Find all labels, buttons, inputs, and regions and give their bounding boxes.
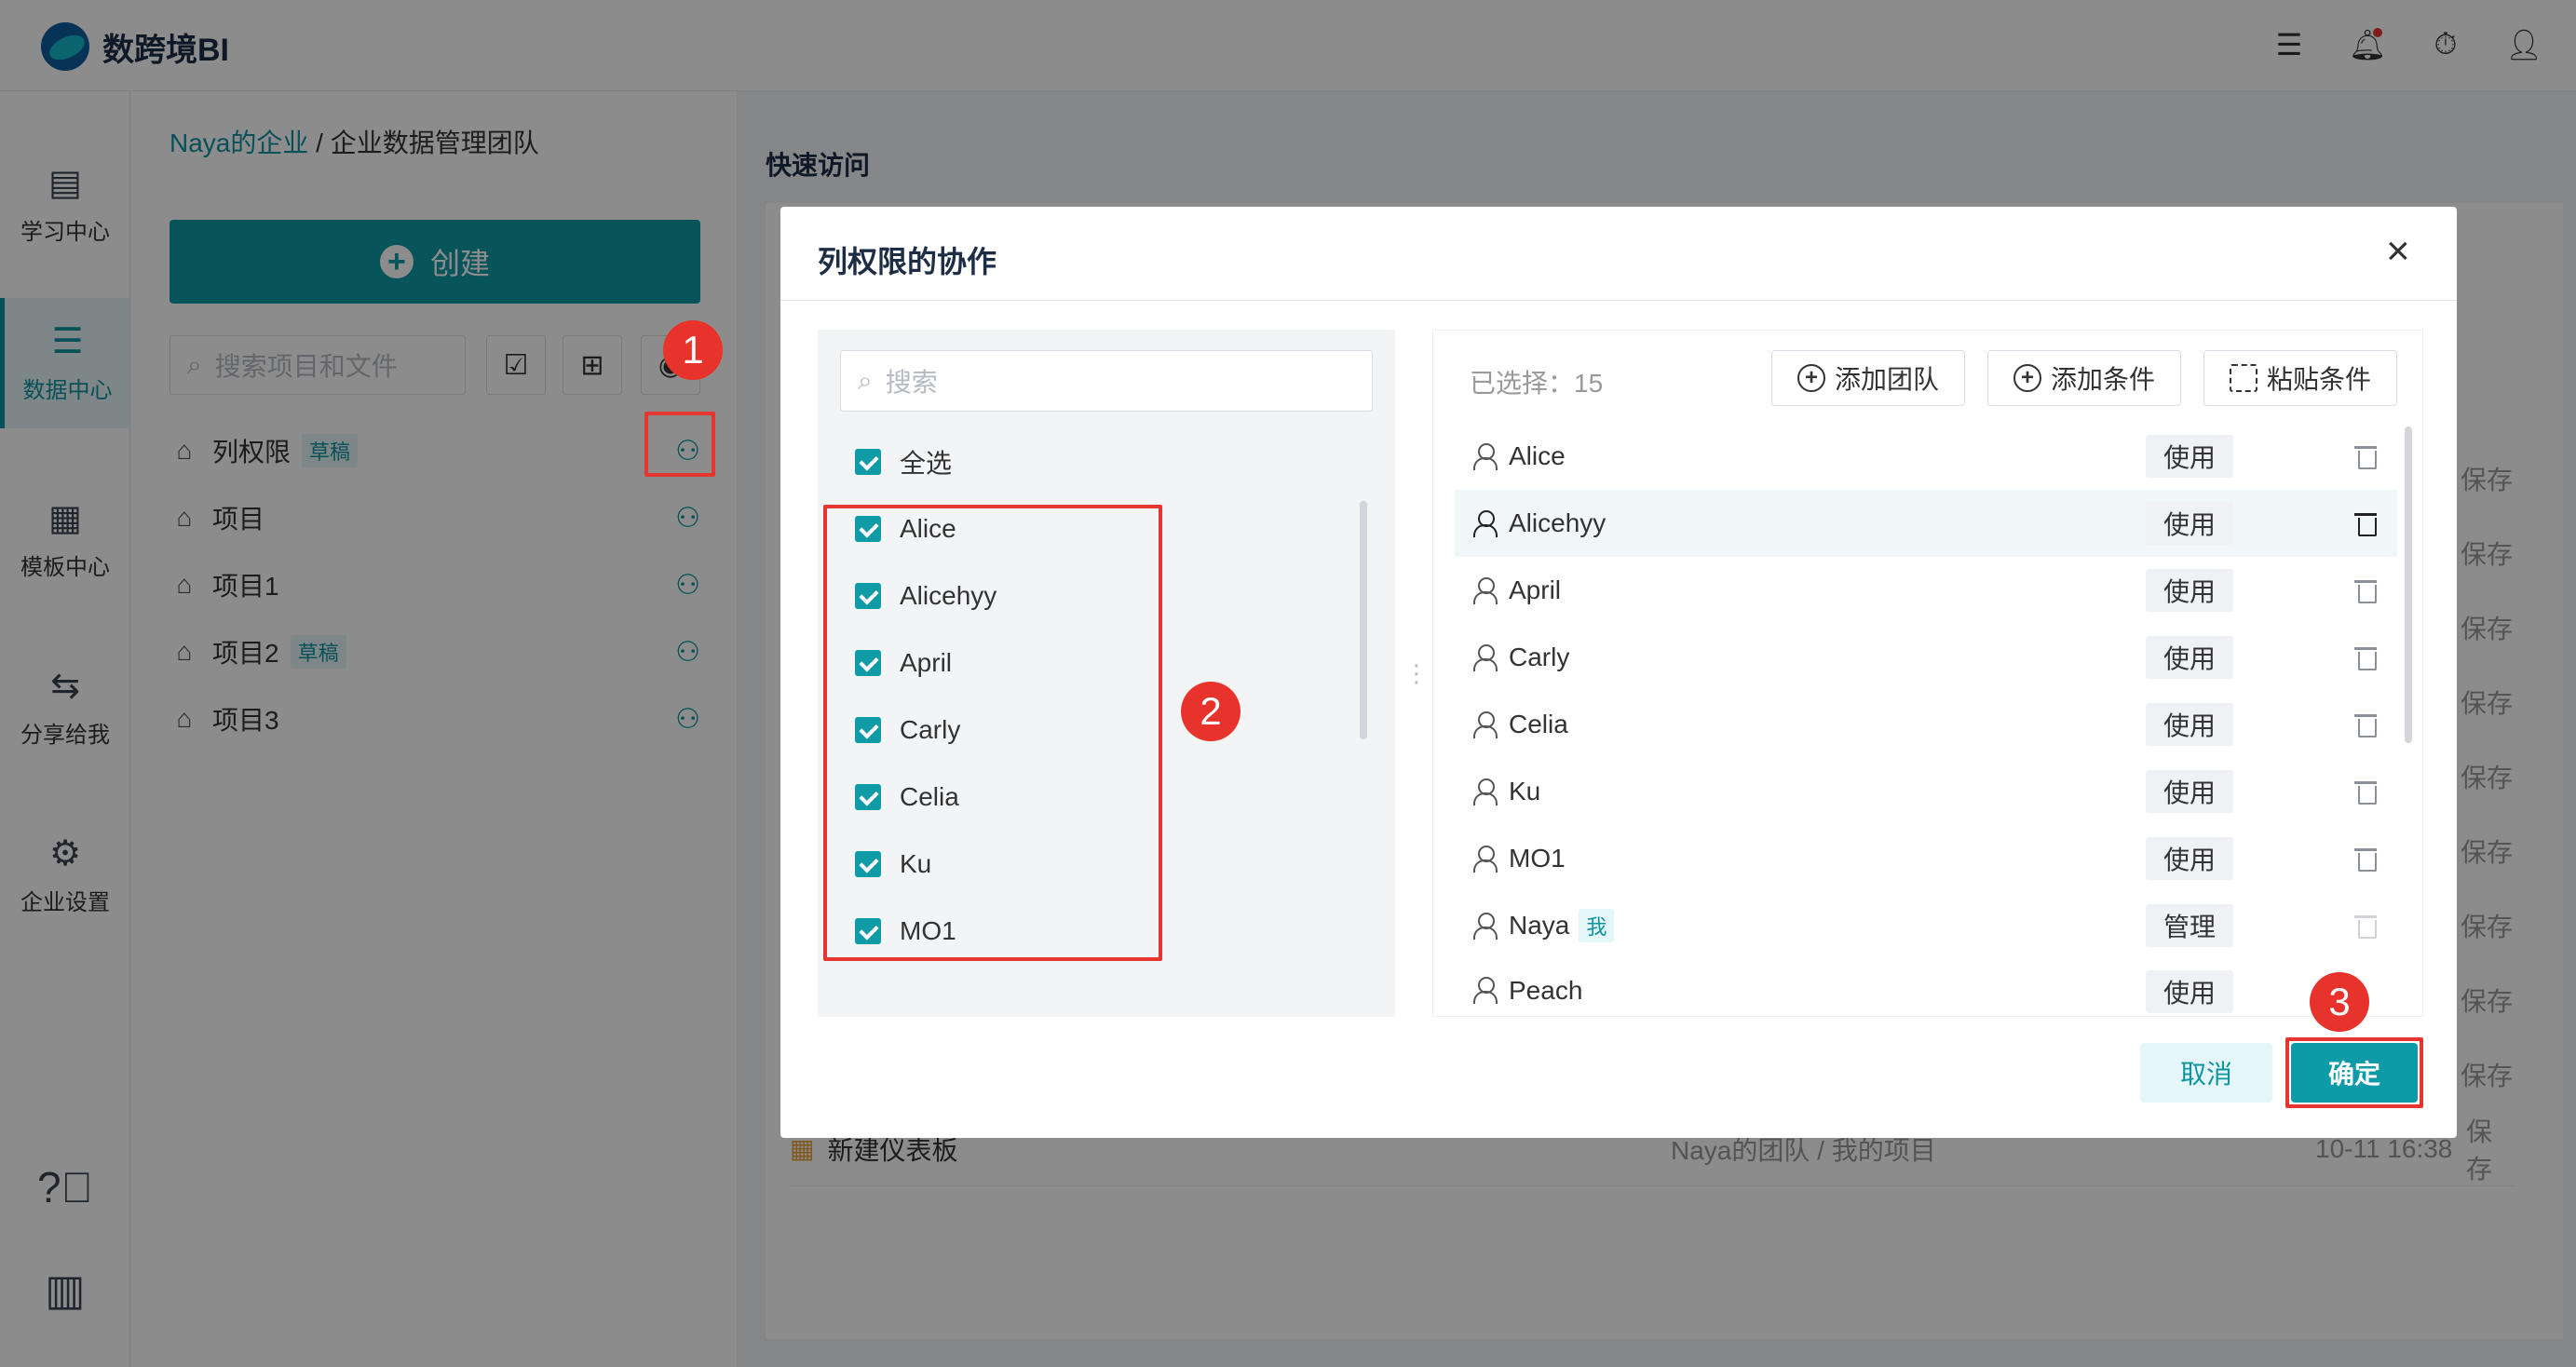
member-row[interactable]: Alicehyy 使用 (1455, 490, 2397, 557)
member-name: Celia (1509, 710, 1568, 738)
trash-icon[interactable] (2354, 846, 2377, 872)
member-row[interactable]: Peach 使用 (1455, 959, 2397, 1013)
person-icon (1471, 778, 1498, 805)
member-name: Naya (1509, 911, 1570, 940)
right-pane-scrollbar[interactable] (2405, 426, 2412, 743)
selected-count: 已选择：15 (1470, 369, 1604, 398)
annotation-marker-1: 1 (663, 320, 723, 380)
trash-icon[interactable] (2354, 644, 2377, 670)
member-row[interactable]: Ku 使用 (1455, 758, 2397, 825)
permission-select[interactable]: 使用 (2146, 970, 2233, 1013)
annotation-marker-2: 2 (1181, 682, 1241, 741)
permission-select[interactable]: 使用 (2146, 502, 2233, 545)
person-icon (1471, 711, 1498, 738)
search-icon: ⌕ (858, 365, 873, 395)
permission-select[interactable]: 使用 (2146, 837, 2233, 880)
paste-condition-button[interactable]: 粘贴条件 (2203, 350, 2397, 406)
add-team-button[interactable]: + 添加团队 (1771, 350, 1965, 406)
person-icon (1471, 509, 1498, 537)
close-icon[interactable]: × (2386, 231, 2410, 272)
person-icon (1471, 576, 1498, 604)
permission-select[interactable]: 使用 (2146, 569, 2233, 612)
member-name: MO1 (1509, 844, 1566, 873)
member-search-input[interactable]: ⌕ 搜索 (840, 350, 1373, 412)
paste-condition-label: 粘贴条件 (2266, 365, 2371, 394)
person-icon (1471, 643, 1498, 671)
trash-icon[interactable] (2354, 443, 2377, 469)
permission-select[interactable]: 使用 (2146, 435, 2233, 478)
annotation-box-1 (644, 412, 715, 477)
member-name: Ku (1509, 777, 1541, 805)
permission-select[interactable]: 管理 (2146, 904, 2233, 947)
add-condition-label: 添加条件 (2050, 365, 2155, 394)
trash-icon[interactable] (2354, 778, 2377, 805)
member-row[interactable]: April 使用 (1455, 557, 2397, 624)
annotation-marker-3: 3 (2310, 972, 2369, 1032)
person-icon (1471, 442, 1498, 470)
pane-resize-handle[interactable]: ⋮ (1404, 659, 1429, 688)
modal-title: 列权限的协作 (818, 245, 997, 278)
person-icon (1471, 976, 1498, 1004)
add-condition-button[interactable]: + 添加条件 (1987, 350, 2181, 406)
member-name: Alicehyy (1509, 508, 1607, 537)
plus-circle-icon: + (2013, 364, 2041, 392)
trash-icon[interactable] (2354, 510, 2377, 536)
member-name: April (1509, 575, 1562, 604)
trash-icon (2354, 913, 2377, 939)
checkbox-checked-icon (855, 449, 881, 475)
member-row[interactable]: Alice 使用 (1455, 423, 2397, 490)
member-row[interactable]: Carly 使用 (1455, 624, 2397, 691)
select-all-label: 全选 (900, 449, 953, 478)
annotation-box-3 (2285, 1037, 2423, 1108)
annotation-box-2 (823, 505, 1162, 961)
trash-icon[interactable] (2354, 577, 2377, 603)
search-placeholder: 搜索 (885, 368, 938, 397)
select-all-checkbox[interactable]: 全选 (855, 428, 952, 495)
person-icon (1471, 912, 1498, 940)
me-badge: 我 (1579, 909, 1615, 942)
left-pane-scrollbar[interactable] (1360, 501, 1367, 739)
member-row[interactable]: MO1 使用 (1455, 825, 2397, 892)
member-name: Alice (1509, 441, 1566, 470)
plus-circle-icon: + (1796, 364, 1825, 392)
paste-icon (2229, 364, 2257, 392)
member-name: Peach (1509, 976, 1583, 1005)
trash-icon[interactable] (2354, 711, 2377, 738)
modal-divider (780, 300, 2457, 301)
person-icon (1471, 845, 1498, 873)
add-team-label: 添加团队 (1834, 365, 1939, 394)
permission-select[interactable]: 使用 (2146, 770, 2233, 813)
permission-select[interactable]: 使用 (2146, 703, 2233, 746)
permission-select[interactable]: 使用 (2146, 636, 2233, 679)
member-row[interactable]: Celia 使用 (1455, 691, 2397, 758)
cancel-button[interactable]: 取消 (2140, 1043, 2272, 1103)
member-row[interactable]: Naya 我 管理 (1455, 892, 2397, 959)
member-name: Carly (1509, 643, 1570, 671)
